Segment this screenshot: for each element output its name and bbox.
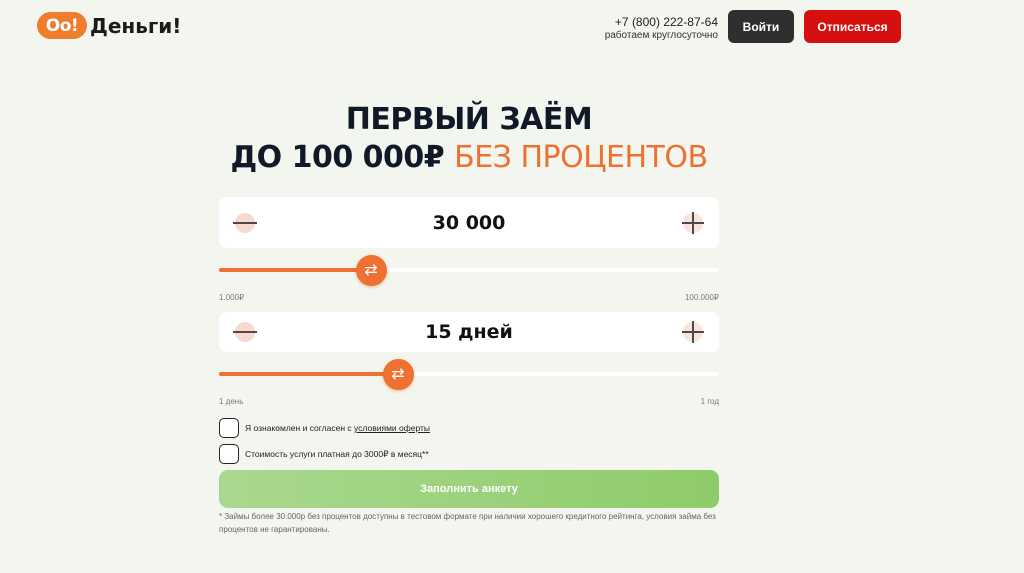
- amount-minus-icon[interactable]: [233, 212, 257, 233]
- term-min-label: 1 день: [219, 397, 244, 406]
- amount-max-label: 100.000₽: [684, 293, 719, 302]
- offer-terms-link[interactable]: условиями оферты: [354, 423, 430, 433]
- logo-text: Деньги!: [90, 13, 182, 38]
- amount-plus-icon[interactable]: [682, 211, 704, 234]
- offer-agreement-text: Я ознакомлен и согласен с условиями офер…: [245, 423, 430, 433]
- fill-application-button[interactable]: Заполнить анкету: [219, 470, 719, 508]
- term-max-label: 1 год: [700, 397, 719, 406]
- term-plus-icon[interactable]: [682, 321, 704, 343]
- amount-stepper: 30 000: [219, 197, 719, 248]
- hero-title-accent: БЕЗ ПРОЦЕНТОВ: [454, 140, 708, 175]
- term-slider[interactable]: ⇄: [219, 358, 719, 390]
- term-minus-icon[interactable]: [233, 322, 257, 342]
- term-stepper: 15 дней: [219, 312, 719, 352]
- fee-agreement-row: Стоимость услуги платная до 3000₽ в меся…: [219, 444, 429, 464]
- working-hours: работаем круглосуточно: [604, 30, 718, 41]
- amount-min-label: 1.000₽: [219, 293, 245, 302]
- fee-agreement-checkbox[interactable]: [219, 444, 239, 464]
- amount-slider-fill: [219, 268, 371, 272]
- contact-info: +7 (800) 222-87-64 работаем круглосуточн…: [605, 15, 718, 42]
- disclaimer-text: * Займы более 30.000р без процентов дост…: [219, 512, 716, 534]
- amount-value: 30 000: [432, 211, 506, 234]
- page: Oo! Деньги! +7 (800) 222-87-64 работаем …: [0, 0, 1024, 573]
- unsubscribe-button[interactable]: Отписаться: [804, 10, 901, 43]
- hero-title-prefix: ДО 100 000₽: [230, 140, 455, 175]
- offer-agreement-checkbox[interactable]: [219, 418, 239, 438]
- offer-agreement-row: Я ознакомлен и согласен с условиями офер…: [219, 418, 430, 438]
- hero-title-line2: ДО 100 000₽ БЕЗ ПРОЦЕНТОВ: [0, 139, 938, 177]
- logo[interactable]: Oo! Деньги!: [37, 12, 181, 39]
- amount-slider-thumb-swap-icon[interactable]: ⇄: [355, 254, 387, 286]
- phone-number[interactable]: +7 (800) 222-87-64: [605, 15, 718, 29]
- fee-agreement-text: Стоимость услуги платная до 3000₽ в меся…: [245, 448, 429, 459]
- term-value: 15 дней: [425, 321, 513, 343]
- hero-title-line1: ПЕРВЫЙ ЗАЁМ: [345, 102, 593, 137]
- offer-agreement-label: Я ознакомлен и согласен с: [245, 423, 355, 433]
- term-slider-fill: [219, 372, 398, 376]
- term-slider-thumb-swap-icon[interactable]: ⇄: [382, 358, 414, 390]
- login-button[interactable]: Войти: [728, 10, 794, 43]
- logo-badge: Oo!: [37, 12, 87, 39]
- amount-slider[interactable]: ⇄: [219, 254, 719, 286]
